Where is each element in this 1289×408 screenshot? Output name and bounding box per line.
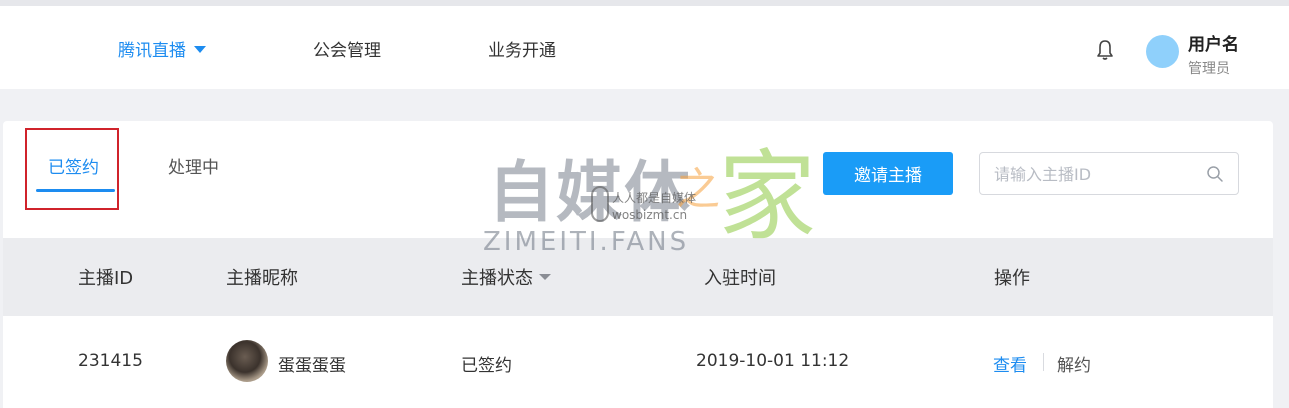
cell-nickname: 蛋蛋蛋蛋 bbox=[278, 356, 346, 376]
cell-join-time: 2019-10-01 11:12 bbox=[696, 351, 850, 371]
anchor-id-search-box[interactable] bbox=[979, 152, 1239, 195]
user-role: 管理员 bbox=[1188, 61, 1230, 77]
nav-item-guild-management[interactable]: 公会管理 bbox=[313, 36, 381, 61]
column-header-status-label: 主播状态 bbox=[461, 268, 533, 289]
watermark-slogan: 人人都是自媒体 bbox=[612, 191, 697, 205]
user-name[interactable]: 用户名 bbox=[1188, 30, 1239, 55]
column-header-status[interactable]: 主播状态 bbox=[461, 264, 551, 290]
nav-item-label: 腾讯直播 bbox=[118, 41, 186, 61]
search-input[interactable] bbox=[994, 163, 1194, 185]
cell-anchor-id: 231415 bbox=[78, 351, 143, 371]
column-header-nickname: 主播昵称 bbox=[226, 268, 298, 289]
column-header-actions: 操作 bbox=[994, 268, 1030, 289]
column-header-join-time: 入驻时间 bbox=[704, 268, 776, 289]
view-action-link[interactable]: 查看 bbox=[993, 351, 1027, 376]
anchor-avatar bbox=[226, 340, 268, 382]
bell-icon[interactable] bbox=[1096, 39, 1114, 61]
status-filter-caret-icon[interactable] bbox=[539, 274, 551, 280]
nav-item-tencent-live[interactable]: 腾讯直播 bbox=[118, 36, 206, 61]
top-navigation-bar: 腾讯直播 公会管理 业务开通 用户名 管理员 bbox=[0, 6, 1289, 89]
action-divider bbox=[1043, 353, 1044, 371]
terminate-contract-link[interactable]: 解约 bbox=[1057, 351, 1091, 376]
cell-status: 已签约 bbox=[461, 356, 512, 376]
watermark-domain: wosbizmt.cn bbox=[612, 208, 688, 222]
table-row: 231415 蛋蛋蛋蛋 已签约 2019-10-01 11:12 查看 解约 bbox=[3, 316, 1273, 408]
invite-anchor-button[interactable]: 邀请主播 bbox=[823, 152, 953, 195]
highlight-annotation-box bbox=[25, 128, 119, 210]
caret-down-icon bbox=[194, 46, 206, 53]
watermark-logo-mark bbox=[591, 186, 609, 222]
user-avatar[interactable] bbox=[1146, 35, 1179, 68]
watermark-brand-en: ZIMEITI.FANS bbox=[483, 227, 690, 257]
column-header-anchor-id: 主播ID bbox=[78, 268, 134, 289]
nav-item-business-activation[interactable]: 业务开通 bbox=[488, 36, 556, 61]
tab-processing[interactable]: 处理中 bbox=[168, 153, 219, 178]
watermark-brand-jia: 家 bbox=[718, 140, 817, 254]
search-icon[interactable] bbox=[1206, 165, 1224, 183]
